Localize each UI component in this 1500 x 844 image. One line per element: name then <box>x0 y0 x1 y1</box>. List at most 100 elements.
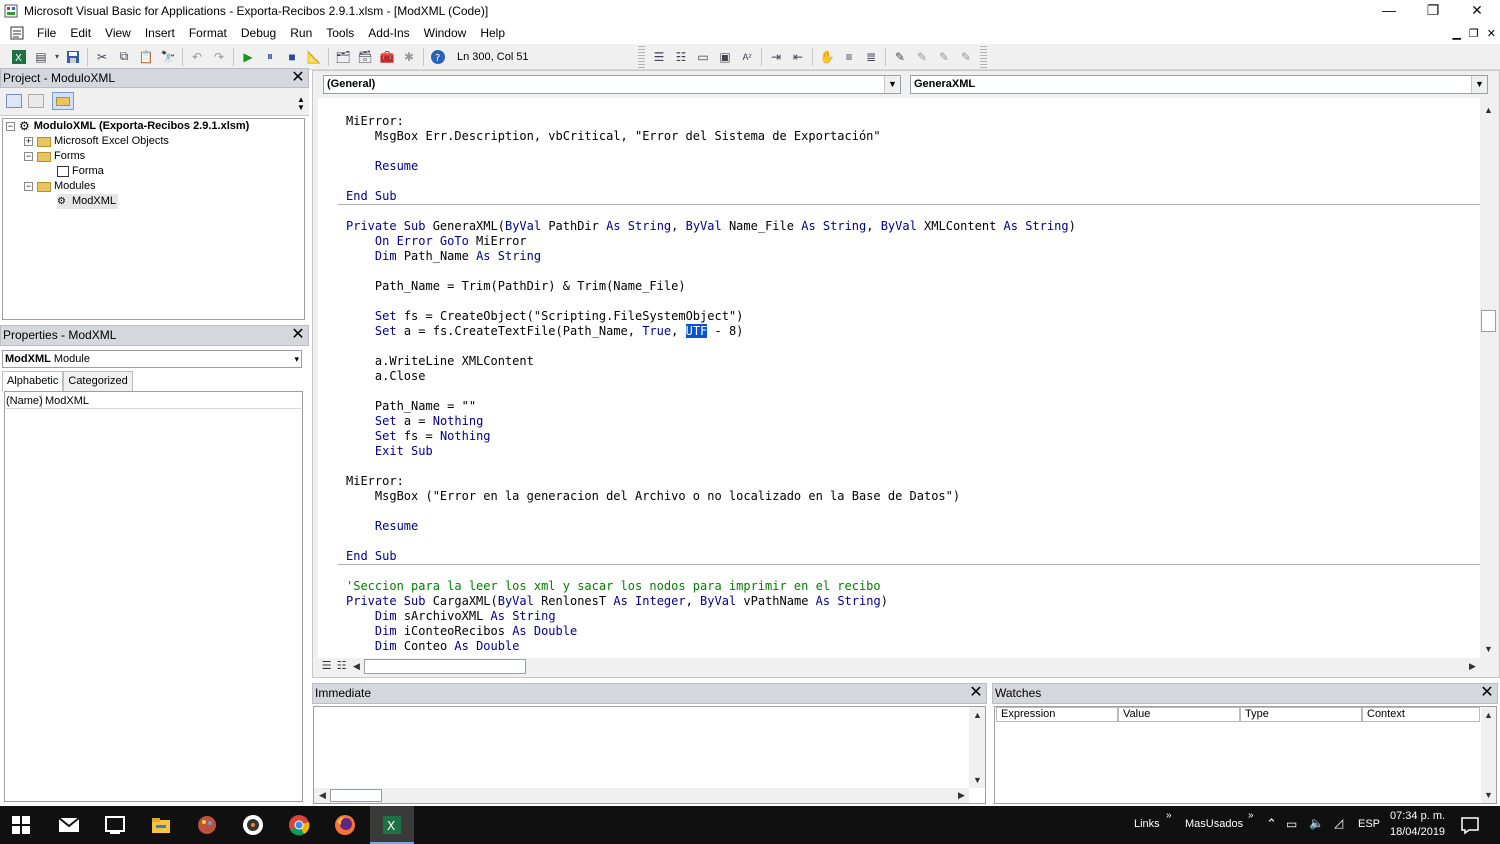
break-icon[interactable]: ⏸ <box>260 47 280 67</box>
toolbox-icon[interactable]: ✱ <box>399 47 419 67</box>
mdi-restore-button[interactable]: ❐ <box>1469 27 1479 40</box>
code-line[interactable]: MsgBox Err.Description, vbCritical, "Err… <box>346 129 881 144</box>
media-player-icon[interactable] <box>242 814 264 836</box>
code-editor[interactable] <box>318 98 1480 658</box>
scroll-up-icon[interactable]: ▲ <box>969 707 986 724</box>
watches-vertical-scrollbar[interactable]: ▲ ▼ <box>1481 707 1496 803</box>
properties-window-icon[interactable]: 🗃 <box>355 47 375 67</box>
tab-alphabetic[interactable]: Alphabetic <box>2 371 64 391</box>
watches-column-expression[interactable]: Expression <box>996 707 1118 722</box>
scroll-up-icon[interactable]: ▲ ▼ <box>297 96 305 114</box>
watches-close-icon[interactable]: ✕ <box>1479 685 1495 701</box>
object-combo[interactable]: (General) ▼ <box>323 75 901 94</box>
scroll-down-icon[interactable]: ▼ <box>1480 787 1497 804</box>
menu-help[interactable]: Help <box>473 22 512 44</box>
view-excel-icon[interactable]: X <box>9 47 29 67</box>
code-line[interactable]: Private Sub CargaXML(ByVal RenlonesT As … <box>346 594 888 609</box>
code-line[interactable]: a.Close <box>346 369 426 384</box>
links-expand-icon[interactable]: » <box>1166 810 1172 821</box>
tree-item-forms[interactable]: − Forms <box>24 149 85 164</box>
code-window-icon[interactable] <box>10 26 24 40</box>
restore-button[interactable]: ❐ <box>1410 0 1456 22</box>
code-line[interactable]: Resume <box>346 519 418 534</box>
chevron-down-icon[interactable]: ▾ <box>294 351 299 367</box>
design-mode-icon[interactable]: 📐 <box>304 47 324 67</box>
scroll-right-icon[interactable]: ▶ <box>953 787 970 804</box>
code-line[interactable]: Exit Sub <box>346 444 433 459</box>
file-explorer-icon[interactable] <box>150 814 172 836</box>
margin-indicator-bar[interactable] <box>318 98 338 658</box>
language-indicator[interactable]: ESP <box>1358 818 1380 830</box>
windows-start-icon[interactable] <box>12 816 30 834</box>
dropdown-arrow-icon[interactable]: ▾ <box>53 47 61 67</box>
chevron-down-icon[interactable]: ▼ <box>884 76 900 93</box>
excel-task-active[interactable]: X <box>370 806 414 844</box>
indent-icon[interactable]: ⇥ <box>766 47 786 67</box>
links-toolbar[interactable]: Links <box>1134 818 1160 830</box>
masusados-expand-icon[interactable]: » <box>1248 810 1254 821</box>
properties-close-icon[interactable]: ✕ <box>290 327 306 343</box>
network-icon[interactable]: ◿ <box>1334 816 1343 830</box>
clock-time[interactable]: 07:34 p. m. <box>1390 810 1445 822</box>
clock-date[interactable]: 18/04/2019 <box>1390 826 1445 838</box>
minimize-button[interactable]: — <box>1366 0 1412 22</box>
complete-word-icon[interactable]: A² <box>737 47 757 67</box>
menu-add-ins[interactable]: Add-Ins <box>361 22 416 44</box>
code-line[interactable]: Set fs = CreateObject("Scripting.FileSys… <box>346 309 743 324</box>
run-icon[interactable]: ▶ <box>238 47 258 67</box>
scroll-thumb[interactable] <box>364 659 526 674</box>
code-line[interactable]: Set a = Nothing <box>346 414 483 429</box>
comment-block-icon[interactable]: ≡ <box>839 47 859 67</box>
quick-info-icon[interactable]: ▭ <box>693 47 713 67</box>
menu-format[interactable]: Format <box>182 22 234 44</box>
masusados-toolbar[interactable]: MasUsados <box>1185 818 1243 830</box>
toolbar-grip[interactable] <box>980 45 987 68</box>
code-vertical-scrollbar[interactable]: ▲ ▼ <box>1480 98 1497 658</box>
properties-object-select[interactable]: ModXML Module ▾ <box>2 350 302 368</box>
project-close-icon[interactable]: ✕ <box>290 70 306 86</box>
code-line[interactable]: Resume <box>346 159 418 174</box>
copy-icon[interactable]: ⧉ <box>114 47 134 67</box>
paint-app-icon[interactable] <box>196 814 218 836</box>
menu-file[interactable]: File <box>30 22 63 44</box>
next-bookmark-icon[interactable]: ✎ <box>912 47 932 67</box>
watches-column-context[interactable]: Context <box>1362 707 1480 722</box>
redo-icon[interactable]: ↷ <box>209 47 229 67</box>
clear-bookmarks-icon[interactable]: ✎ <box>956 47 976 67</box>
chrome-icon[interactable] <box>288 814 310 836</box>
property-row[interactable]: (Name) ModXML <box>6 394 301 409</box>
list-constants-icon[interactable]: ☷ <box>671 47 691 67</box>
code-line[interactable]: Private Sub GeneraXML(ByVal PathDir As S… <box>346 219 1076 234</box>
menu-edit[interactable]: Edit <box>63 22 98 44</box>
code-line[interactable]: Set a = fs.CreateTextFile(Path_Name, Tru… <box>346 324 743 339</box>
procedure-combo[interactable]: GeneraXML ▼ <box>910 75 1488 94</box>
code-line[interactable]: On Error GoTo MiError <box>346 234 527 249</box>
toolbar-grip[interactable] <box>638 45 645 68</box>
undo-icon[interactable]: ↶ <box>187 47 207 67</box>
reset-icon[interactable]: ■ <box>282 47 302 67</box>
tree-item-modxml[interactable]: ⚙ ModXML <box>57 194 119 209</box>
toggle-breakpoint-icon[interactable]: ✋ <box>817 47 837 67</box>
view-code-icon[interactable] <box>6 94 22 108</box>
parameter-info-icon[interactable]: ▣ <box>715 47 735 67</box>
tree-item-modules[interactable]: − Modules <box>24 179 96 194</box>
uncomment-block-icon[interactable]: ≣ <box>861 47 881 67</box>
code-line[interactable]: End Sub <box>346 189 397 204</box>
chevron-down-icon[interactable]: ▼ <box>1471 76 1487 93</box>
tablet-icon[interactable] <box>104 814 126 836</box>
close-button[interactable]: ✕ <box>1454 0 1500 22</box>
scroll-thumb[interactable] <box>1481 310 1496 332</box>
code-line[interactable]: Dim Path_Name As String <box>346 249 541 264</box>
object-browser-icon[interactable]: 🧰 <box>377 47 397 67</box>
find-icon[interactable]: 🔭 <box>158 47 178 67</box>
previous-bookmark-icon[interactable]: ✎ <box>934 47 954 67</box>
code-line[interactable]: End Sub <box>346 549 397 564</box>
code-line[interactable]: Path_Name = "" <box>346 399 476 414</box>
code-line[interactable]: Dim iConteoRecibos As Double <box>346 624 577 639</box>
mdi-minimize-button[interactable]: ▁ <box>1452 27 1460 40</box>
toggle-bookmark-icon[interactable]: ✎ <box>890 47 910 67</box>
notifications-icon[interactable] <box>1459 814 1481 836</box>
firefox-icon[interactable] <box>334 814 356 836</box>
project-explorer-icon[interactable]: 🗂 <box>333 47 353 67</box>
code-line[interactable]: Path_Name = Trim(PathDir) & Trim(Name_Fi… <box>346 279 686 294</box>
